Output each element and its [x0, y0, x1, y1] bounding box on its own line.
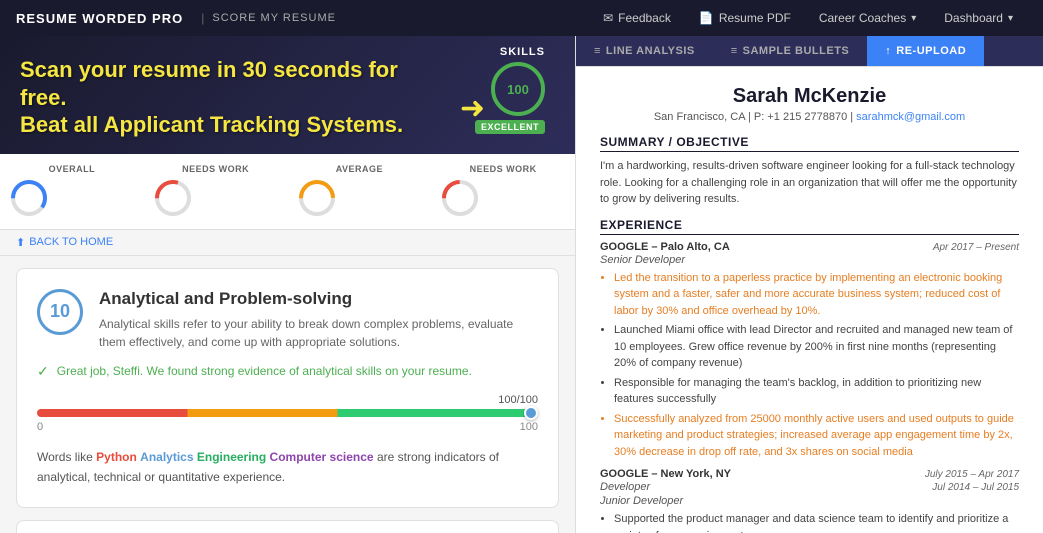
skills-score-circle: 100 — [491, 62, 545, 116]
score-bar-labels: 0 100 — [37, 421, 538, 433]
back-arrow-icon: ⬆ — [16, 236, 25, 249]
job-1-title: Senior Developer — [600, 254, 1019, 266]
bullet-item: Led the transition to a paperless practi… — [614, 270, 1019, 320]
arrow-icon: ➜ — [460, 91, 485, 126]
nav-separator: | — [201, 11, 204, 25]
job-1-bullets: Led the transition to a paperless practi… — [600, 270, 1019, 461]
score-bar-indicator — [524, 406, 538, 420]
highlight-computer-science: Computer science — [270, 450, 374, 464]
overall-score: OVERALL — [0, 160, 144, 223]
skills-score-area: SKILLS 100 EXCELLENT — [475, 46, 545, 134]
skill-card-info: Analytical and Problem-solving Analytica… — [99, 289, 538, 351]
re-upload-icon: ↑ — [885, 45, 891, 57]
job-1-company: GOOGLE – Palo Alto, CA — [600, 241, 730, 253]
hero-text: Scan your resume in 30 seconds for free.… — [20, 56, 410, 139]
job-2-subtitle-row: Developer Jul 2014 – Jul 2015 — [600, 481, 1019, 494]
excellent-badge: EXCELLENT — [475, 120, 545, 134]
job-2-company: GOOGLE – New York, NY — [600, 468, 731, 480]
highlight-analytics: Analytics — [140, 450, 193, 464]
main-layout: Scan your resume in 30 seconds for free.… — [0, 36, 1043, 533]
resume-email[interactable]: sarahmck@gmail.com — [856, 111, 965, 123]
job-2-bullets: Supported the product manager and data s… — [600, 511, 1019, 533]
experience-section-title: EXPERIENCE — [600, 218, 1019, 235]
needswork-arc-2 — [439, 177, 481, 219]
dashboard-menu[interactable]: Dashboard — [930, 0, 1027, 36]
tab-bar: ≡ LINE ANALYSIS ≡ SAMPLE BULLETS ↑ RE-UP… — [576, 36, 1043, 67]
checkmark-icon: ✓ — [37, 363, 49, 380]
bullet-item: Supported the product manager and data s… — [614, 511, 1019, 533]
highlight-engineering: Engineering — [197, 450, 266, 464]
examples-section: ≡ EXAMPLES Process improvement & technic… — [16, 520, 559, 533]
feedback-icon: ✉ — [603, 11, 613, 25]
job-2-date2: Jul 2014 – Jul 2015 — [932, 482, 1019, 493]
highlight-python: Python — [96, 450, 137, 464]
score-bars-row: OVERALL NEEDS WORK AVERAGE — [0, 154, 575, 230]
needs-work-score-1: NEEDS WORK — [144, 160, 288, 223]
resume-pdf-button[interactable]: 📄 Resume PDF — [685, 0, 805, 36]
line-analysis-icon: ≡ — [594, 45, 601, 57]
summary-text: I'm a hardworking, results-driven softwa… — [600, 158, 1019, 208]
job-2-title: Developer — [600, 481, 650, 493]
resume-content: Sarah McKenzie San Francisco, CA | P: +1… — [576, 67, 1043, 533]
skills-label: SKILLS — [500, 46, 545, 58]
pdf-icon: 📄 — [699, 11, 714, 25]
score-bar-track — [37, 409, 538, 417]
average-arc — [296, 177, 338, 219]
sample-bullets-icon: ≡ — [731, 45, 738, 57]
summary-section-title: SUMMARY / OBJECTIVE — [600, 135, 1019, 152]
job-1-header: GOOGLE – Palo Alto, CA Apr 2017 – Presen… — [600, 241, 1019, 253]
tab-re-upload[interactable]: ↑ RE-UPLOAD — [867, 36, 984, 66]
career-coaches-menu[interactable]: Career Coaches — [805, 0, 930, 36]
right-panel: ≡ LINE ANALYSIS ≡ SAMPLE BULLETS ↑ RE-UP… — [575, 36, 1043, 533]
skill-card-title: Analytical and Problem-solving — [99, 289, 538, 309]
bullet-item: Launched Miami office with lead Director… — [614, 322, 1019, 372]
job-2-date: July 2015 – Apr 2017 — [925, 469, 1019, 480]
bullet-item: Successfully analyzed from 25000 monthly… — [614, 411, 1019, 461]
bullet-item: Responsible for managing the team's back… — [614, 375, 1019, 408]
skill-card-description: Analytical skills refer to your ability … — [99, 315, 538, 351]
check-message: ✓ Great job, Steffi. We found strong evi… — [37, 363, 538, 380]
hero-banner: Scan your resume in 30 seconds for free.… — [0, 36, 575, 154]
score-my-label: SCORE MY RESUME — [212, 12, 336, 24]
score-bar-value: 100/100 — [37, 394, 538, 406]
needswork-arc-1 — [152, 177, 194, 219]
feedback-button[interactable]: ✉ Feedback — [589, 0, 685, 36]
skill-card: 10 Analytical and Problem-solving Analyt… — [16, 268, 559, 509]
resume-contact: San Francisco, CA | P: +1 215 2778870 | … — [600, 111, 1019, 123]
score-bar-container: 100/100 0 100 — [37, 394, 538, 433]
brand-logo: RESUME WORDED PRO — [16, 11, 183, 26]
job-1-date: Apr 2017 – Present — [933, 242, 1019, 253]
needs-work-score-2: NEEDS WORK — [431, 160, 575, 223]
skill-score-badge: 10 — [37, 289, 83, 335]
overall-arc — [8, 177, 50, 219]
back-home-link[interactable]: ⬆ BACK TO HOME — [0, 230, 575, 256]
word-highlights: Words like Python Analytics Engineering … — [37, 447, 538, 488]
job-2-header: GOOGLE – New York, NY July 2015 – Apr 20… — [600, 468, 1019, 480]
average-score: AVERAGE — [288, 160, 432, 223]
job-2-subtitle: Junior Developer — [600, 495, 1019, 507]
skill-card-header: 10 Analytical and Problem-solving Analyt… — [37, 289, 538, 351]
left-panel: Scan your resume in 30 seconds for free.… — [0, 36, 575, 533]
resume-name: Sarah McKenzie — [600, 85, 1019, 108]
tab-line-analysis[interactable]: ≡ LINE ANALYSIS — [576, 36, 713, 66]
top-navigation: RESUME WORDED PRO | SCORE MY RESUME ✉ Fe… — [0, 0, 1043, 36]
tab-sample-bullets[interactable]: ≡ SAMPLE BULLETS — [713, 36, 868, 66]
